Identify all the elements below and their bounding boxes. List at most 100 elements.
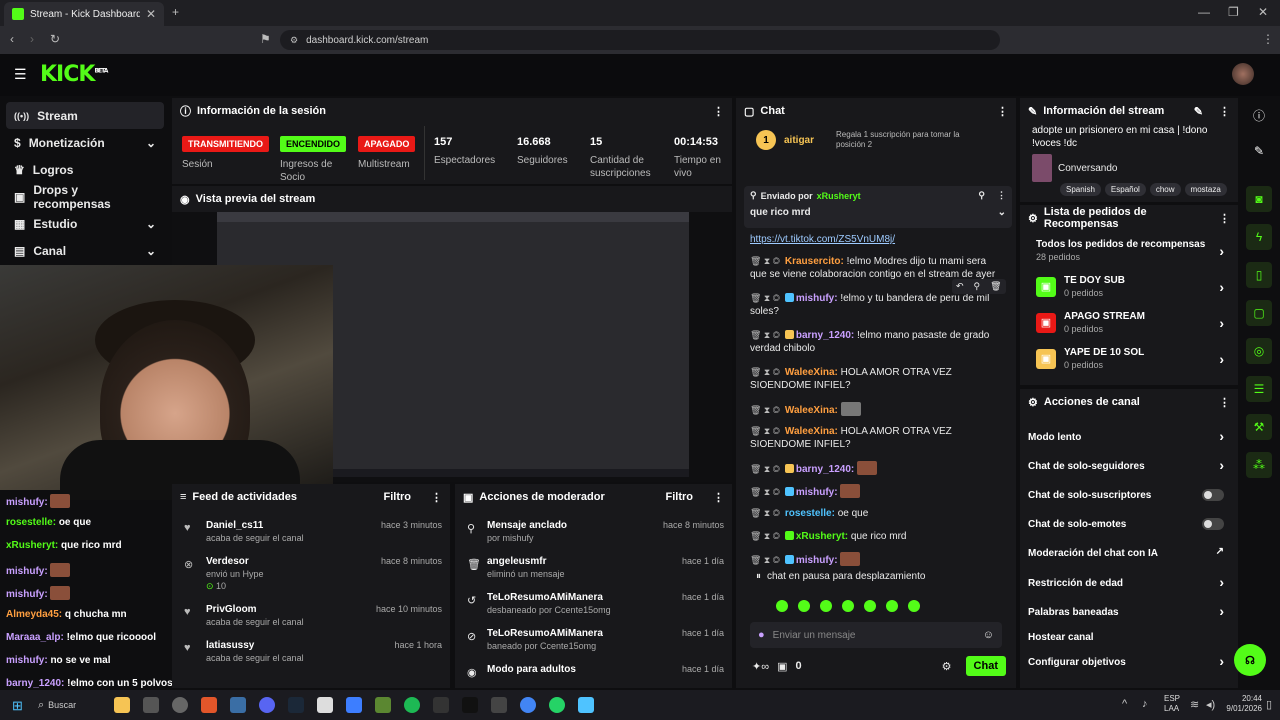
reward-item[interactable]: ▣ TE DOY SUB 0 pedidos › (1020, 275, 1238, 298)
kick-logo[interactable]: KICKBETA (40, 62, 108, 87)
chat-user[interactable]: xRusheryt: (796, 531, 848, 542)
more-icon[interactable]: ⋮ (1219, 105, 1230, 118)
chat-user[interactable]: rosestelle: (785, 508, 835, 519)
reward-item[interactable]: ▣ YAPE DE 10 SOL 0 pedidos › (1020, 347, 1238, 370)
obs-icon[interactable] (172, 697, 188, 713)
broadcast-icon[interactable]: ◎ (1246, 338, 1272, 364)
chat-user[interactable]: barny_1240: (796, 464, 854, 475)
chat-user[interactable]: mishufy: (796, 293, 838, 304)
tiktok-icon[interactable] (462, 697, 478, 713)
emote-icon[interactable] (820, 600, 832, 612)
taskbar-search[interactable]: ⌕ Buscar (38, 696, 108, 714)
chat-user[interactable]: WaleeXina: (785, 405, 838, 416)
sidebar-item-logros[interactable]: ♛ Logros (6, 156, 164, 183)
steam-icon[interactable] (288, 697, 304, 713)
forward-icon[interactable]: › (30, 32, 34, 46)
more-icon[interactable]: ⋮ (997, 190, 1006, 201)
menu-icon[interactable]: ☰ (14, 66, 27, 83)
tools-icon[interactable]: 🗑 ⧗ ◎ (750, 405, 780, 415)
more-icon[interactable]: ⋮ (431, 491, 442, 504)
reply-icon[interactable]: ↶ (956, 281, 964, 292)
pin-icon[interactable]: ⚲ (974, 281, 981, 292)
action-followers-only[interactable]: Chat de solo-seguidores › (1020, 457, 1238, 473)
site-info-icon[interactable]: ⚙ (290, 35, 298, 46)
emote-icon[interactable] (798, 600, 810, 612)
chat-input[interactable]: ● Enviar un mensaje ☺ (750, 622, 1002, 648)
minecraft-icon[interactable] (375, 697, 391, 713)
emote-icon[interactable] (864, 600, 876, 612)
gear-icon[interactable]: ⚙ (942, 660, 952, 673)
volume-icon[interactable]: ◂) (1206, 698, 1215, 711)
brave-icon[interactable] (201, 697, 217, 713)
help-button[interactable]: ☊ (1234, 644, 1266, 676)
spotify-icon[interactable] (404, 697, 420, 713)
chat-link[interactable]: https://vt.tiktok.com/ZS5VnUM8j/ (750, 233, 1005, 246)
gift-icon[interactable]: ✦∞ (752, 660, 769, 673)
chat-paused-banner[interactable]: ⏸ chat en pausa para desplazamiento (756, 569, 1006, 583)
emote-icon[interactable] (842, 600, 854, 612)
tag[interactable]: Spanish (1060, 183, 1101, 196)
more-icon[interactable]: ⋮ (713, 491, 724, 504)
wrench-icon[interactable]: ⚒ (1246, 414, 1272, 440)
emote-icon[interactable] (776, 600, 788, 612)
chat-user[interactable]: WaleeXina: (785, 426, 838, 437)
trash-icon[interactable]: 🗑 (990, 281, 1001, 292)
tools-icon[interactable]: 🗑 ⧗ ◎ (750, 293, 780, 303)
app-icon[interactable] (433, 697, 449, 713)
send-chat-button[interactable]: Chat (965, 656, 1006, 676)
notification-icon[interactable]: ▯ (1266, 698, 1272, 711)
tools-icon[interactable]: 🗑 ⧗ ◎ (750, 330, 780, 340)
address-bar[interactable]: ⚙ dashboard.kick.com/stream (280, 30, 1000, 50)
category-name[interactable]: Conversando (1058, 163, 1117, 174)
app-icon[interactable] (346, 697, 362, 713)
action-goals[interactable]: Configurar objetivos › (1020, 653, 1238, 669)
subs-only-toggle[interactable] (1202, 489, 1224, 501)
shop-icon[interactable]: ▣ (777, 660, 787, 673)
folder-icon[interactable] (114, 697, 130, 713)
bookmark-icon[interactable]: ⚑ (260, 32, 271, 46)
more-icon[interactable]: ⋮ (1219, 396, 1230, 409)
unpin-icon[interactable]: ⚲ (978, 190, 985, 201)
lightning-icon[interactable]: ϟ (1246, 224, 1272, 250)
new-tab-icon[interactable]: + (172, 5, 179, 19)
tray-chevron-icon[interactable]: ^ (1122, 698, 1127, 710)
action-banned-words[interactable]: Palabras baneadas › (1020, 603, 1238, 619)
grid-icon[interactable]: ⁂ (1246, 452, 1272, 478)
sidebar-item-canal[interactable]: ▤ Canal ⌄ (6, 237, 164, 264)
edit-icon[interactable]: ✎ (1246, 138, 1272, 164)
browser-tab[interactable]: Stream - Kick Dashboard ✕ (4, 2, 164, 26)
action-age-restriction[interactable]: Restricción de edad › (1020, 574, 1238, 590)
app-icon[interactable] (317, 697, 333, 713)
emote-icon[interactable] (886, 600, 898, 612)
action-ai-moderation[interactable]: Moderación del chat con IA ↗ (1020, 546, 1238, 559)
chat-user[interactable]: WaleeXina: (785, 367, 838, 378)
sidebar-item-monetizacion[interactable]: $ Monetización ⌄ (6, 129, 164, 156)
tools-icon[interactable]: 🗑 ⧗ ◎ (750, 464, 780, 474)
chevron-down-icon[interactable]: ⌄ (998, 207, 1006, 218)
window-close-icon[interactable]: ✕ (1258, 5, 1268, 19)
more-icon[interactable]: ⋮ (997, 105, 1008, 118)
pinned-message[interactable]: ⚲ Enviado por xRusheryt ⚲ ⋮ que rico mrd… (744, 186, 1012, 228)
filter-button[interactable]: Filtro (384, 491, 412, 503)
chrome-icon[interactable] (520, 697, 536, 713)
tools-icon[interactable]: 🗑 ⧗ ◎ (750, 555, 780, 565)
emoji-icon[interactable]: ☺ (983, 629, 994, 641)
action-slow-mode[interactable]: Modo lento › (1020, 428, 1238, 444)
emotes-only-toggle[interactable] (1202, 518, 1224, 530)
maximize-icon[interactable]: ❐ (1228, 5, 1239, 19)
app-icon[interactable] (230, 697, 246, 713)
avatar[interactable] (1232, 63, 1254, 85)
tag[interactable]: Español (1104, 183, 1146, 196)
chat-user[interactable]: mishufy: (796, 487, 838, 498)
chat-user[interactable]: Krausercito: (785, 256, 844, 267)
camera-icon[interactable]: ◙ (1246, 186, 1272, 212)
wifi-icon[interactable]: ≋ (1190, 698, 1199, 711)
chat-user[interactable]: mishufy: (796, 555, 838, 566)
chat-user[interactable]: barny_1240: (796, 330, 854, 341)
filter-button[interactable]: Filtro (666, 491, 694, 503)
mic-icon[interactable]: ● (758, 629, 765, 641)
sidebar-item-estudio[interactable]: ▦ Estudio ⌄ (6, 210, 164, 237)
more-icon[interactable]: ⋮ (713, 105, 724, 118)
tools-icon[interactable]: 🗑 ⧗ ◎ (750, 487, 780, 497)
emote-icon[interactable] (908, 600, 920, 612)
